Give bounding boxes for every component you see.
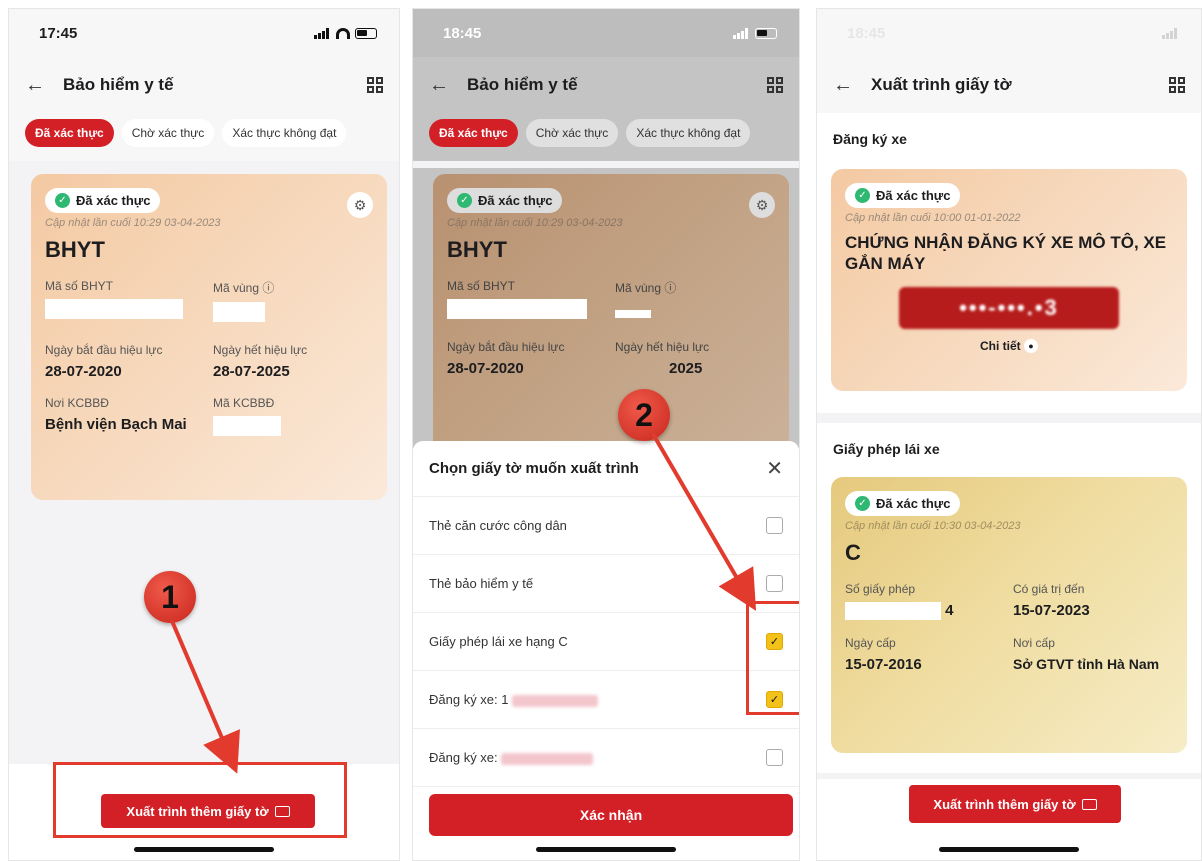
field-label: Ngày cấp (845, 636, 896, 651)
section-vehicle-reg: Đăng ký xe ✓ Đã xác thực Cập nhật lần cu… (817, 113, 1201, 413)
last-updated: Cập nhật lần cuối 10:00 01-01-2022 (845, 212, 1021, 224)
check-circle-icon: ✓ (855, 188, 870, 203)
last-updated: Cập nhật lần cuối 10:30 03-04-2023 (845, 520, 1021, 532)
field-value: Sở GTVT tỉnh Hà Nam (1013, 656, 1160, 673)
signal-icon (1162, 27, 1179, 39)
card-fields: Số giấy phép 4 Có giá trị đến 15-07-2023… (845, 582, 1173, 673)
field-label: Có giá trị đến (1013, 582, 1085, 596)
redacted-value (845, 602, 941, 621)
section-title: Đăng ký xe (817, 113, 1201, 159)
field-label: Nơi cấp (1013, 636, 1055, 651)
page-title: Xuất trình giấy tờ (871, 75, 1012, 94)
field-license-number: Số giấy phép 4 (845, 582, 1005, 621)
field-value: 15-07-2016 (845, 656, 922, 674)
home-indicator (939, 847, 1079, 852)
section-title: Giấy phép lái xe (817, 423, 1201, 469)
status-time-faded: 18:45 (847, 24, 886, 42)
status-label: Đã xác thực (876, 496, 951, 511)
back-arrow-icon[interactable]: ← (833, 74, 853, 97)
status-icons (1162, 27, 1179, 39)
field-issue-date: Ngày cấp 15-07-2016 (845, 636, 1005, 673)
field-value: 4 (945, 602, 954, 619)
tutorial-page: 17:45 ← Bảo hiểm y tế Đã xác thực Chờ xá… (0, 0, 1202, 861)
eye-icon: ● (1024, 339, 1038, 354)
license-plate: •••-•••.•3 (899, 286, 1119, 329)
card-title: C (845, 540, 861, 565)
nav-bar: ← Xuất trình giấy tờ (817, 57, 1201, 113)
vehicle-reg-card[interactable]: ✓ Đã xác thực Cập nhật lần cuối 10:00 01… (831, 169, 1187, 391)
status-badge: ✓ Đã xác thực (845, 491, 961, 516)
detail-label: Chi tiết (979, 338, 1021, 353)
phone-screen-2: 18:45 ← Bảo hiểm y tế Đã xác thực Chờ xá… (412, 8, 800, 861)
phone-screen-1: 17:45 ← Bảo hiểm y tế Đã xác thực Chờ xá… (8, 8, 400, 861)
section-driver-license: Giấy phép lái xe ✓ Đã xác thực Cập nhật … (817, 423, 1201, 773)
phone-screen-3: 18:45 ← Xuất trình giấy tờ Đăng ký xe ✓ … (816, 8, 1202, 861)
pointer-arrow (170, 620, 240, 774)
present-more-docs-button[interactable]: Xuất trình thêm giấy tờ (909, 785, 1121, 823)
driver-license-card[interactable]: ✓ Đã xác thực Cập nhật lần cuối 10:30 03… (831, 477, 1187, 753)
field-value: 15-07-2023 (1013, 602, 1090, 619)
field-issue-place: Nơi cấp Sở GTVT tỉnh Hà Nam (1013, 636, 1173, 673)
detail-link[interactable]: Chi tiết ● (845, 339, 1173, 354)
field-label: Số giấy phép (845, 582, 916, 596)
field-value-wrap: 4 (845, 602, 1005, 621)
status-bar: 18:45 (817, 9, 1201, 57)
id-card-icon (1081, 798, 1097, 810)
field-valid-until: Có giá trị đến 15-07-2023 (1013, 582, 1173, 620)
status-badge: ✓ Đã xác thực (845, 183, 961, 208)
pointer-arrow (651, 432, 757, 611)
qr-code-icon[interactable] (1169, 77, 1185, 93)
card-title: CHỨNG NHẬN ĐĂNG KÝ XE MÔ TÔ, XE GẮN MÁY (845, 233, 1167, 274)
check-circle-icon: ✓ (855, 496, 870, 511)
status-label: Đã xác thực (876, 188, 951, 203)
button-label: Xuất trình thêm giấy tờ (933, 796, 1076, 812)
